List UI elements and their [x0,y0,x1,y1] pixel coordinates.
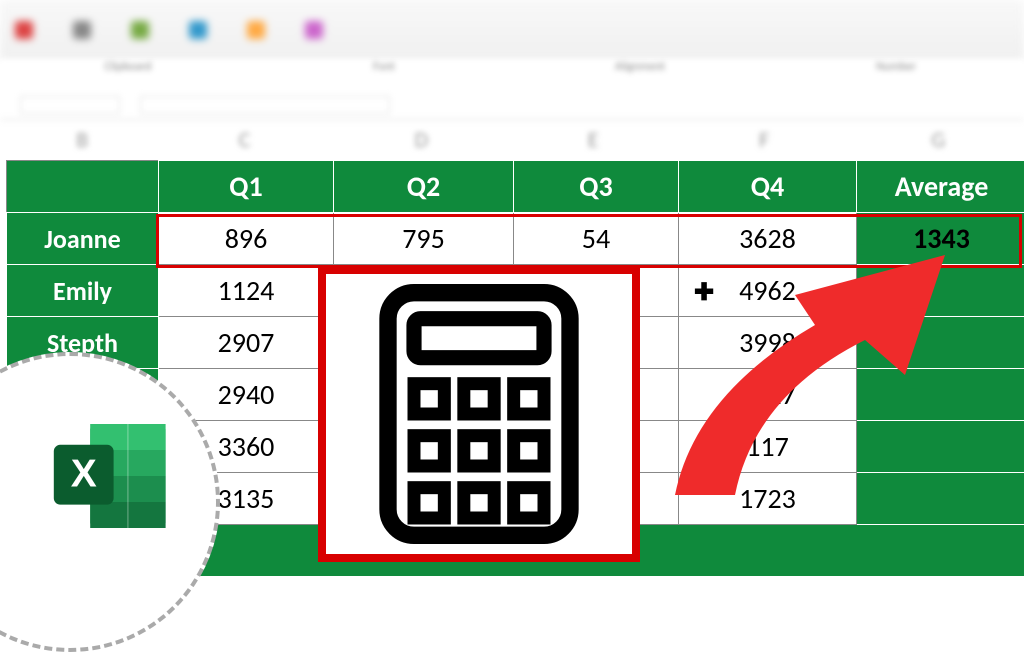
cell[interactable]: 2907 [159,317,334,369]
cell[interactable]: 3817 [679,369,857,421]
cell[interactable]: 1124 [159,265,334,317]
cell[interactable]: 896 [159,213,334,265]
row-name[interactable]: Joanne [7,213,159,265]
ribbon-toolbar[interactable] [0,0,1024,60]
table-row: Joanne 896 795 54 3628 1343 [7,213,1024,265]
cursor-icon: ✚ [694,278,714,307]
col-header-q3[interactable]: Q3 [514,161,679,213]
avg-cell[interactable] [857,421,1024,473]
col-header-q2[interactable]: Q2 [334,161,514,213]
name-box[interactable] [20,96,120,114]
avg-cell[interactable]: 1343 [857,213,1024,265]
cell[interactable]: 795 [334,213,514,265]
cell[interactable]: 54 [514,213,679,265]
col-header-q1[interactable]: Q1 [159,161,334,213]
cell[interactable]: 117 [679,421,857,473]
table-header-row: Q1 Q2 Q3 Q4 Average [7,161,1024,213]
calculator-overlay [318,266,640,562]
avg-cell[interactable] [857,265,1024,317]
excel-icon: X [46,411,176,541]
col-header-average[interactable]: Average [857,161,1024,213]
calculator-icon [369,284,589,544]
formula-bar[interactable] [0,90,1024,120]
svg-text:X: X [71,452,97,495]
ribbon-group-labels: Clipboard Font Alignment Number [0,60,1024,90]
formula-input[interactable] [140,96,390,114]
column-headers[interactable]: B C D E F G [0,120,1024,160]
avg-cell[interactable] [857,317,1024,369]
corner-cell[interactable] [7,161,159,213]
cell[interactable]: 3998 [679,317,857,369]
col-header-q4[interactable]: Q4 [679,161,857,213]
cell[interactable]: 1723 [679,473,857,525]
row-name[interactable]: Emily [7,265,159,317]
avg-cell[interactable] [857,369,1024,421]
avg-cell[interactable] [857,473,1024,525]
cell[interactable]: 3628 [679,213,857,265]
